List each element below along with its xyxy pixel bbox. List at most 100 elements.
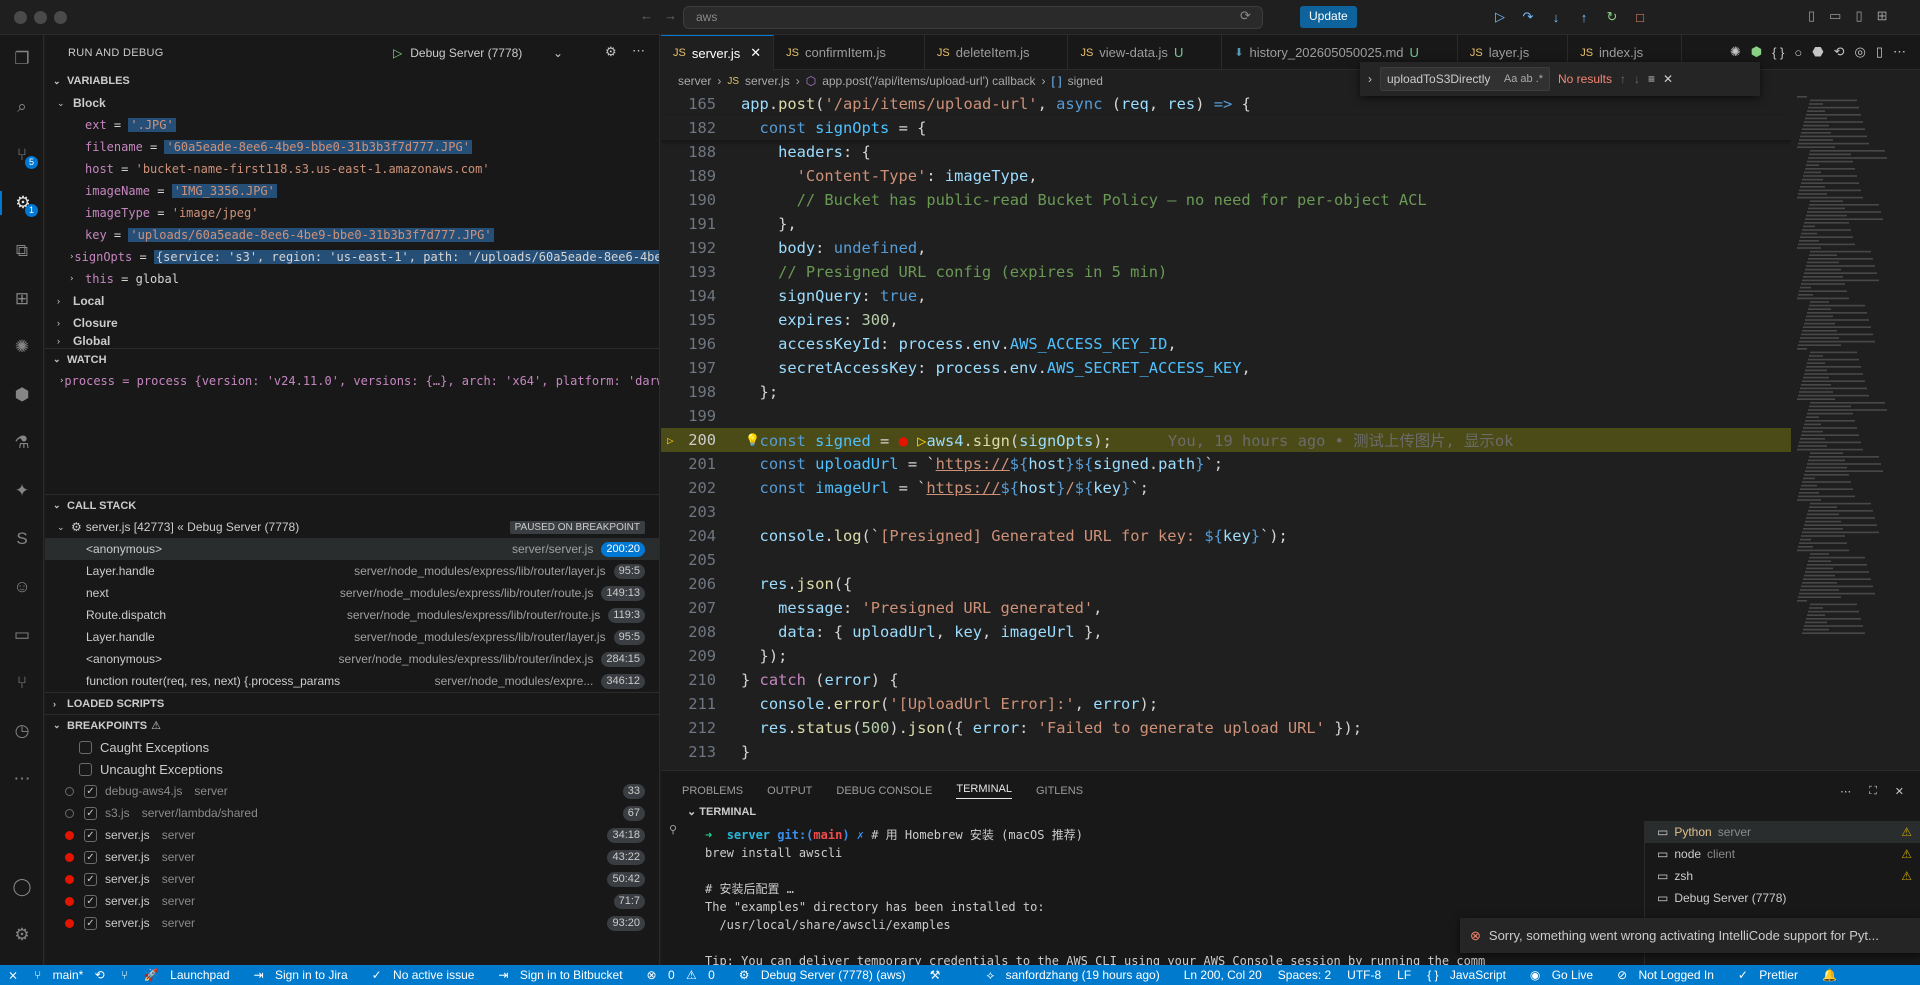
terminal-output[interactable]: ➜ server git:(main) ✗ # 用 Homebrew 安装 (m… — [705, 826, 1485, 968]
notification-toast[interactable]: ⊗ Sorry, something went wrong activating… — [1460, 918, 1920, 953]
update-button[interactable]: Update — [1300, 6, 1357, 28]
restart-icon[interactable]: ↻ — [1602, 7, 1622, 27]
watch-section-header[interactable]: ⌄ WATCH — [45, 348, 659, 370]
timeline-icon[interactable]: ◷ — [10, 719, 34, 743]
loaded-scripts-section-header[interactable]: › LOADED SCRIPTS — [45, 692, 659, 714]
gitlens-icon[interactable]: ✺ — [1730, 44, 1741, 60]
manage-gear-icon[interactable]: ⚙ — [10, 923, 34, 947]
tools-status[interactable]: ⚒ — [922, 968, 949, 982]
close-icon[interactable]: ✕ — [1895, 785, 1904, 798]
forward-arrow-icon[interactable]: → — [664, 8, 677, 23]
thread-row[interactable]: ⌄ ⚙ server.js [42773] « Debug Server (77… — [45, 516, 659, 538]
scope-global[interactable]: › Global — [45, 334, 659, 348]
explorer-icon[interactable]: ❐ — [10, 47, 34, 71]
stop-icon[interactable]: □ — [1630, 7, 1650, 27]
encoding-status[interactable]: UTF-8 — [1339, 968, 1389, 982]
remote-icon[interactable]: ▭ — [10, 623, 34, 647]
remote-indicator[interactable]: ⨯ — [0, 968, 26, 982]
open-changes-icon[interactable]: { } — [1772, 45, 1784, 60]
step-over-icon[interactable]: ↷ — [1518, 7, 1538, 27]
breakpoints-section-header[interactable]: ⌄ BREAKPOINTS ⚠ — [45, 714, 659, 736]
snippets-icon[interactable]: S — [10, 527, 34, 551]
find-in-selection-icon[interactable]: ≡ — [1648, 72, 1655, 86]
checkbox[interactable]: ✓ — [84, 872, 97, 886]
terminal-item[interactable]: ▭ zsh ⚠ — [1645, 865, 1920, 887]
back-icon[interactable]: ⟲ — [1834, 44, 1845, 60]
toggle-secondary-sidebar-icon[interactable]: ▯ — [1855, 8, 1862, 24]
variable-row[interactable]: key = 'uploads/60a5eade-8ee6-4be9-bbe0-3… — [45, 224, 659, 246]
breadcrumb-folder[interactable]: server — [678, 74, 711, 88]
copilot-chat-icon[interactable]: ☺ — [10, 575, 34, 599]
terminal-item[interactable]: ▭ node client ⚠ — [1645, 843, 1920, 865]
stack-frame[interactable]: Route.dispatch server/node_modules/expres… — [45, 604, 659, 626]
prettier-status[interactable]: ✓ Prettier — [1730, 968, 1814, 982]
account-icon[interactable]: ◯ — [10, 875, 34, 899]
tab-server-js[interactable]: JS server.js ✕ — [661, 35, 775, 70]
git-graph-icon[interactable]: ⑂ — [10, 671, 34, 695]
variable-row[interactable]: host = 'bucket-name-first118.s3.us-east-… — [45, 158, 659, 180]
launchpad-status[interactable]: 🚀 Launchpad — [136, 968, 246, 982]
notifications-bell-icon[interactable]: 🔔 — [1814, 968, 1845, 982]
login-status[interactable]: ⊘ Not Logged In — [1609, 968, 1730, 982]
variable-row[interactable]: imageName = 'IMG_3356.JPG' — [45, 180, 659, 202]
command-center-search[interactable]: aws — [683, 6, 1263, 29]
remote-explorer-icon[interactable]: ⧉ — [10, 239, 34, 263]
toggle-panel-icon[interactable]: ▭ — [1829, 8, 1841, 24]
bitbucket-status[interactable]: ⇥ Sign in to Bitbucket — [490, 968, 638, 982]
problems-status[interactable]: ⊗ 0 ⚠ 0 — [639, 968, 731, 982]
extension-icon[interactable]: ⬣ — [1812, 44, 1823, 60]
stack-frame[interactable]: Layer.handle server/node_modules/express/… — [45, 560, 659, 582]
docker-icon[interactable]: ⬢ — [10, 383, 34, 407]
block-scope[interactable]: ⌄ Block — [45, 92, 659, 114]
code-editor[interactable]: 165 app.post('/api/items/upload-url', asy… — [661, 92, 1791, 770]
call-stack-section-header[interactable]: ⌄ CALL STACK — [45, 494, 659, 516]
maximize-panel-icon[interactable]: ⛶ — [1869, 785, 1877, 798]
tab-debug-console[interactable]: DEBUG CONSOLE — [836, 785, 932, 797]
variable-row[interactable]: filename = '60a5eade-8ee6-4be9-bbe0-31b3… — [45, 136, 659, 158]
checkbox[interactable]: ✓ — [84, 828, 97, 842]
minimap[interactable] — [1791, 92, 1920, 770]
tab-problems[interactable]: PROBLEMS — [682, 785, 743, 797]
stack-frame[interactable]: <anonymous> server/node_modules/express/l… — [45, 648, 659, 670]
stack-frame[interactable]: Layer.handle server/node_modules/express/… — [45, 626, 659, 648]
variable-signopts[interactable]: › signOpts = {service: 's3', region: 'us… — [45, 246, 659, 268]
breakpoint-item[interactable]: ✓ s3.js server/lambda/shared 67 — [45, 802, 659, 824]
bp-caught-exceptions[interactable]: Caught Exceptions — [45, 736, 659, 758]
minimize-window-button[interactable] — [34, 11, 47, 24]
tab-view-data-js[interactable]: JS view-data.js U — [1068, 35, 1223, 70]
debug-settings-gear-icon[interactable]: ⚙ — [605, 44, 617, 60]
breakpoint-item[interactable]: ✓ server.js server 71:7 — [45, 890, 659, 912]
debug-status[interactable]: ⚙ Debug Server (7778) (aws) — [731, 968, 922, 982]
customize-layout-icon[interactable]: ⊞ — [1877, 8, 1888, 24]
more-actions-icon[interactable]: ⋯ — [1893, 44, 1906, 60]
git-graph-status[interactable]: ⑂ — [113, 968, 136, 982]
next-match-icon[interactable]: ↓ — [1634, 72, 1640, 86]
breadcrumb-callback[interactable]: app.post('/api/items/upload-url') callba… — [822, 74, 1035, 88]
stack-frame[interactable]: next server/node_modules/express/lib/rout… — [45, 582, 659, 604]
stack-frame[interactable]: <anonymous> server/server.js 200:20 — [45, 538, 659, 560]
breakpoint-item[interactable]: ✓ server.js server 50:42 — [45, 868, 659, 890]
terminal-item[interactable]: ▭ Python server ⚠ — [1645, 821, 1920, 843]
blame-status[interactable]: ⟡ sanfordzhang (19 hours ago) — [978, 968, 1175, 983]
jira-status[interactable]: ⇥ Sign in to Jira — [246, 968, 364, 982]
checkbox[interactable]: ✓ — [84, 850, 97, 864]
kubernetes-icon[interactable]: ✦ — [10, 479, 34, 503]
chevron-right-icon[interactable]: › — [1368, 72, 1372, 86]
eol-status[interactable]: LF — [1389, 968, 1419, 982]
breakpoint-item[interactable]: ✓ server.js server 93:20 — [45, 912, 659, 934]
variable-row[interactable]: imageType = 'image/jpeg' — [45, 202, 659, 224]
breakpoint-paused-icon[interactable]: ▷ — [667, 434, 674, 447]
tab-output[interactable]: OUTPUT — [767, 785, 812, 797]
copilot-icon[interactable]: ⬢ — [1751, 44, 1762, 60]
breakpoint-item[interactable]: ✓ debug-aws4.js server 33 — [45, 780, 659, 802]
checkbox[interactable]: ✓ — [84, 784, 97, 798]
scope-closure[interactable]: › Closure — [45, 312, 659, 334]
watch-expression[interactable]: › process = process {version: 'v24.11.0',… — [45, 370, 659, 392]
checkbox[interactable]: ✓ — [84, 916, 97, 930]
find-input[interactable]: uploadToS3Directly Aa ab .* — [1380, 67, 1550, 91]
debug-more-icon[interactable]: ⋯ — [632, 43, 645, 59]
back-arrow-icon[interactable]: ← — [640, 8, 653, 23]
zoom-window-button[interactable] — [54, 11, 67, 24]
variable-row[interactable]: ext = '.JPG' — [45, 114, 659, 136]
tab-gitlens[interactable]: GITLENS — [1036, 785, 1083, 797]
